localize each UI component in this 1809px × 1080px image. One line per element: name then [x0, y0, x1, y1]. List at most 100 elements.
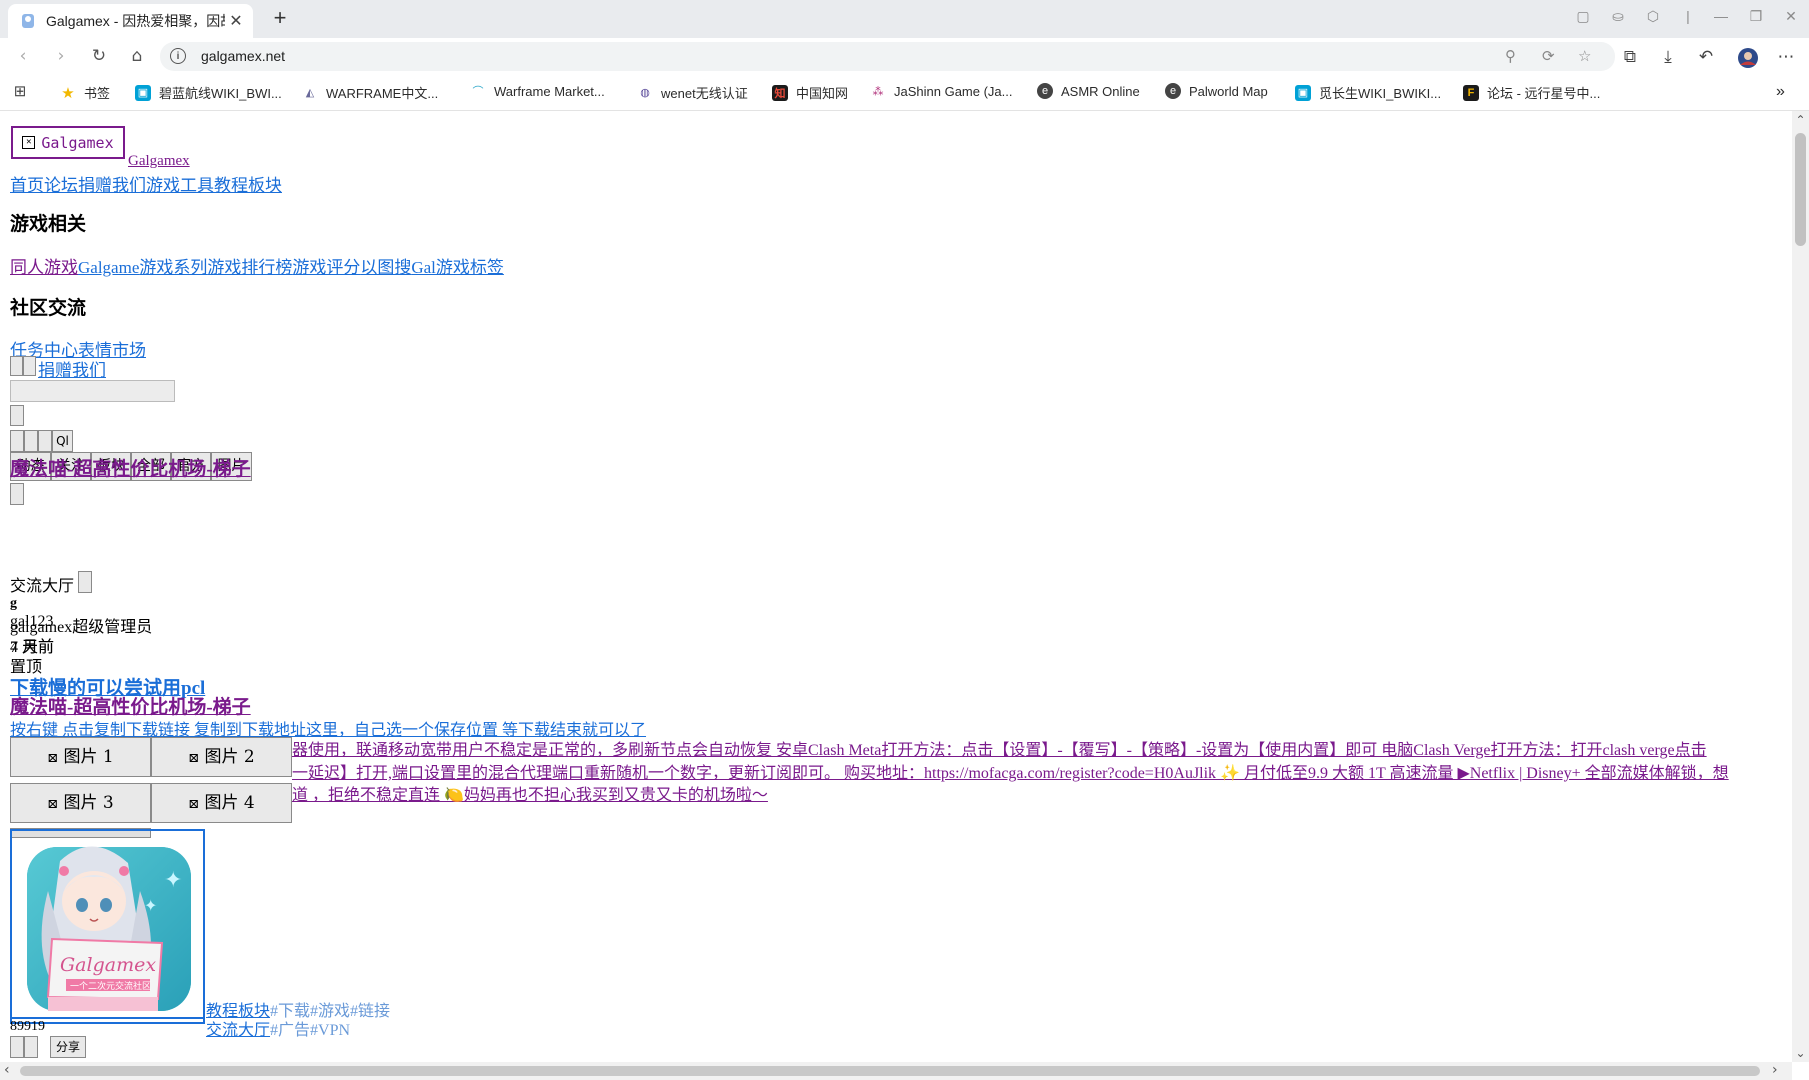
address-toolbar: ‹ › ↻ ⌂ i galgamex.net ⚲ ⟳ ☆ ⧉ ⤓ ↶ ⋯: [0, 38, 1809, 74]
tag-board-lobby-link[interactable]: 交流大厅: [206, 1022, 270, 1039]
zoom-icon[interactable]: ⚲: [1505, 47, 1516, 65]
site-logo[interactable]: ✕ Galgamex: [11, 126, 125, 159]
doujin-games-link[interactable]: 同人游戏: [10, 258, 78, 277]
board-menu-button[interactable]: [78, 571, 92, 593]
forward-icon[interactable]: ›: [50, 46, 72, 66]
image-button-1[interactable]: ⊠ 图片 1: [10, 737, 151, 777]
reload-icon[interactable]: ↻: [88, 46, 110, 66]
tag-ad[interactable]: #广告: [270, 1022, 310, 1039]
bookmark-item-2[interactable]: ◭ WARFRAME中文...: [302, 83, 438, 102]
logo-text-link[interactable]: Galgamex: [128, 153, 190, 170]
bookmark-item-6[interactable]: ⁂ JaShinn Game (Ja...: [870, 83, 1013, 99]
jashinn-icon: ⁂: [872, 85, 884, 98]
star-icon: ★: [61, 84, 75, 102]
horizontal-scrollbar[interactable]: ‹ ›: [0, 1062, 1792, 1080]
warframe-market-icon: ⌒: [472, 86, 484, 98]
vertical-scrollbar[interactable]: ⌃ ⌄: [1792, 111, 1809, 1062]
post-excerpt-3[interactable]: 一延迟】打开,端口设置里的混合代理端口重新随机一个数字，更新订阅即可。 购买地址…: [292, 759, 1729, 783]
toggle-button-b[interactable]: [23, 356, 36, 376]
address-field[interactable]: i galgamex.net ⚲ ⟳ ☆: [160, 42, 1615, 71]
bilibili-icon: ▣: [1295, 84, 1311, 101]
search-button[interactable]: Ql: [52, 430, 73, 452]
share-button[interactable]: 分享: [50, 1036, 86, 1058]
post-title-link[interactable]: 魔法喵-超高性价比机场-梯子: [10, 692, 251, 719]
tab-bar: Galgamex - 因热爱相聚，因故 ✕ + ▢ ⛀ ⬡ | — ❐ ✕: [0, 0, 1809, 38]
bookmark-item-1[interactable]: ▣ 碧蓝航线WIKI_BWI...: [135, 83, 282, 102]
bookmark-item-10[interactable]: F 论坛 - 远行星号中...: [1463, 83, 1600, 102]
scroll-left-icon[interactable]: ‹: [4, 1062, 10, 1078]
site-favicon-icon: [20, 13, 36, 29]
extensions-puzzle-icon[interactable]: ⬡: [1642, 8, 1664, 25]
profile-avatar[interactable]: [1736, 47, 1760, 74]
tag-vpn[interactable]: #VPN: [310, 1022, 350, 1039]
game-rating-link[interactable]: 游戏评分: [292, 258, 360, 277]
image-search-link[interactable]: 以图搜: [360, 258, 411, 277]
bookmark-item-9[interactable]: ▣ 觅长生WIKI_BWIKI...: [1295, 83, 1441, 102]
nav-boards-link[interactable]: 板块: [248, 176, 282, 195]
ad-heading-link[interactable]: 魔法喵-超高性价比机场-梯子: [10, 454, 251, 481]
broken-image-icon: ✕: [22, 136, 36, 149]
search-input[interactable]: [10, 380, 175, 402]
browser-tab-active[interactable]: Galgamex - 因热爱相聚，因故 ✕: [8, 4, 253, 38]
nav-donate-link[interactable]: 捐赠我们: [78, 176, 146, 195]
bookmark-item-5[interactable]: 知 中国知网: [772, 83, 848, 102]
asmr-icon: e: [1037, 83, 1053, 99]
tag-link[interactable]: #链接: [350, 1003, 390, 1020]
toggle-button-a[interactable]: [10, 356, 23, 376]
bookmark-item-8[interactable]: e Palworld Map: [1165, 83, 1268, 99]
home-icon[interactable]: ⌂: [126, 46, 148, 66]
gal-tags-link[interactable]: Gal游戏标签: [411, 258, 504, 277]
small-button-4[interactable]: [10, 483, 24, 505]
close-tab-icon[interactable]: ✕: [225, 11, 247, 31]
galgame-link[interactable]: Galgame: [78, 258, 139, 277]
small-button-3[interactable]: [38, 430, 52, 452]
minimize-icon[interactable]: —: [1710, 8, 1732, 24]
image-button-4[interactable]: ⊠ 图片 4: [151, 783, 292, 823]
more-menu-icon[interactable]: ⋯: [1774, 47, 1798, 67]
image-button-2[interactable]: ⊠ 图片 2: [151, 737, 292, 777]
incognito-icon[interactable]: ⛀: [1607, 8, 1629, 25]
donate-link[interactable]: 捐赠我们: [38, 356, 106, 381]
small-button-1[interactable]: [10, 430, 24, 452]
close-window-icon[interactable]: ✕: [1780, 8, 1802, 25]
extensions-icon[interactable]: ⧉: [1618, 47, 1642, 67]
new-tab-button[interactable]: +: [268, 6, 292, 30]
horizontal-scroll-thumb[interactable]: [20, 1066, 1760, 1076]
history-back-icon[interactable]: ↶: [1694, 47, 1718, 67]
post-excerpt-2[interactable]: 器使用，联通移动宽带用户不稳定是正常的，多刷新节点会自动恢复 安卓Clash M…: [292, 736, 1707, 760]
scroll-right-icon[interactable]: ›: [1772, 1062, 1778, 1078]
bookmarks-overflow-icon[interactable]: »: [1776, 83, 1785, 101]
favorite-star-icon[interactable]: ☆: [1578, 47, 1591, 65]
game-series-link[interactable]: 游戏系列: [139, 258, 207, 277]
reader-mode-icon[interactable]: ⟳: [1542, 47, 1555, 65]
site-info-icon[interactable]: i: [170, 48, 186, 64]
apps-grid-icon[interactable]: ⊞: [12, 83, 36, 100]
post-cover-image[interactable]: ✦ ✦ Galgamex 一个二次元交流社区: [10, 829, 205, 1024]
bookmark-item-4[interactable]: ◍ wenet无线认证: [637, 83, 748, 102]
nav-tools-link[interactable]: 工具: [180, 176, 214, 195]
game-ranking-link[interactable]: 游戏排行榜: [207, 258, 292, 277]
wenet-icon: ◍: [640, 87, 650, 99]
bookmark-item-7[interactable]: e ASMR Online: [1037, 83, 1140, 99]
like-button[interactable]: [10, 1036, 24, 1058]
comment-button[interactable]: [24, 1036, 38, 1058]
section-heading-games: 游戏相关: [10, 214, 87, 235]
scroll-up-icon[interactable]: ⌃: [1792, 113, 1809, 127]
scroll-down-icon[interactable]: ⌄: [1792, 1046, 1809, 1060]
post-excerpt-4[interactable]: 道 ，拒绝不稳定直连 🍋妈妈再也不担心我买到又贵又卡的机场啦～: [292, 781, 768, 805]
restore-window-icon[interactable]: ❐: [1745, 8, 1767, 25]
nav-games-link[interactable]: 游戏: [146, 176, 180, 195]
bookmark-item-3[interactable]: ⌒ Warframe Market...: [470, 83, 605, 99]
nav-home-link[interactable]: 首页: [10, 176, 44, 195]
tag-row-2: 交流大厅#广告#VPN: [206, 1016, 350, 1040]
menu-button[interactable]: [10, 405, 24, 426]
download-icon[interactable]: ⤓: [1656, 47, 1680, 67]
tab-actions-icon[interactable]: ▢: [1572, 8, 1594, 25]
vertical-scroll-thumb[interactable]: [1795, 133, 1806, 246]
back-icon[interactable]: ‹: [12, 46, 34, 66]
image-button-3[interactable]: ⊠ 图片 3: [10, 783, 151, 823]
nav-tutorial-link[interactable]: 教程: [214, 176, 248, 195]
nav-forum-link[interactable]: 论坛: [44, 176, 78, 195]
small-button-2[interactable]: [24, 430, 38, 452]
bookmark-item-0[interactable]: ★ 书签: [60, 83, 110, 102]
